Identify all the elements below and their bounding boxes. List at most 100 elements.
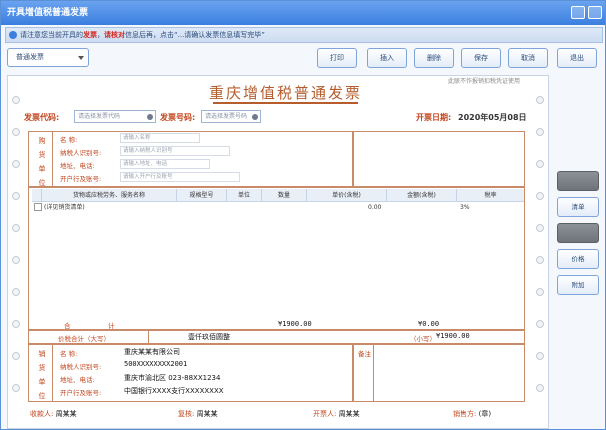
price-button[interactable]: 价格 [557,249,599,269]
col-rate: 税率 [484,192,497,199]
vchar: 货 [38,151,46,159]
seller-taxid-label: 纳税人识别号: [60,363,102,371]
punch-hole [12,384,20,392]
row-rate[interactable]: 3% [460,202,470,213]
dropdown-icon [147,114,153,120]
punch-hole [536,256,544,264]
total-amount: ¥1900.00 [278,320,312,328]
capital-small-label: （小写） [410,335,436,343]
vchar: 销 [38,350,46,358]
invoice-code-label: 发票代码: [24,113,60,122]
capital-label: 价税合计（大写） [58,335,110,343]
invoice-date-value: 2020年05月08日 [458,113,527,122]
payee: 收款人: 周某某 [30,409,77,419]
divider [148,330,149,344]
hint-text-mid: ， [97,31,104,39]
seller-name-value: 重庆某某有限公司 [124,348,180,356]
buyer-address-label: 地址、电话: [60,162,95,170]
delete-button[interactable]: 删除 [414,48,454,68]
toolbar: 普通发票 打印 插入 删除 保存 取消 退出 [5,46,603,72]
extra-button[interactable]: 附加 [557,275,599,295]
chevron-down-icon [78,56,84,60]
punch-hole [536,352,544,360]
payee-value: 周某某 [55,410,77,418]
invoice-date-label: 开票日期: [416,113,452,122]
reviewer: 复核: 周某某 [178,409,218,419]
col-spec: 规格型号 [177,189,227,202]
minimize-button[interactable] [571,6,585,19]
reviewer-value: 周某某 [196,410,218,418]
buyer-bank-label: 开户行及账号: [60,175,102,183]
close-button[interactable] [588,6,602,19]
remark-area [353,344,525,402]
punch-hole [12,224,20,232]
hint-text-pre: 请注意您当前开具的 [20,31,83,39]
remark-label: 备注 [358,350,371,358]
save-button[interactable]: 保存 [461,48,501,68]
buyer-taxid-label: 纳税人识别号: [60,149,102,157]
col-name: 货物或应税劳务、服务名称 [42,189,177,202]
punch-hole [12,352,20,360]
seller-bank-value: 中国银行XXXX支行XXXXXXXX [124,387,224,395]
invoice-type-select[interactable]: 普通发票 [7,48,89,67]
buyer-bank-input[interactable]: 请输入开户行及账号 [120,172,240,182]
row-name[interactable]: (详见销货清单) [44,202,85,213]
hint-text-post: 信息后再，点击“...请确认发票信息填写完毕” [125,31,265,39]
row-checkbox[interactable] [34,203,42,211]
invoice-code-select[interactable]: 请选择发票代码 [74,110,156,123]
buyer-address-input[interactable]: 请输入地址、电话 [120,159,210,169]
punch-hole [12,288,20,296]
col-price: 单价(含税) [307,189,387,202]
issuer-label: 开票人: [313,410,337,418]
divider [52,131,53,187]
vchar: 购 [38,137,46,145]
goods-grid [28,187,525,330]
punch-hole [536,224,544,232]
punch-hole [12,96,20,104]
insert-button[interactable]: 插入 [367,48,407,68]
seller-name-label: 名 称: [60,350,78,358]
punch-hole [12,128,20,136]
list-button[interactable]: 清单 [557,197,599,217]
punch-hole [536,288,544,296]
select-all-checkbox[interactable] [32,189,42,202]
issuer-value: 周某某 [338,410,360,418]
side-button-3[interactable] [557,223,599,243]
divider [52,344,53,402]
punch-hole [536,192,544,200]
punch-hole [536,160,544,168]
print-button[interactable]: 打印 [317,48,357,68]
exit-button[interactable]: 退出 [557,48,597,68]
buyer-name-input[interactable]: 请输入名称 [120,133,200,143]
col-unit: 单位 [227,189,262,202]
punch-hole [12,192,20,200]
issuer: 开票人: 周某某 [313,409,360,419]
hint-highlight-1: 发票 [83,31,97,39]
invoice-type-value: 普通发票 [16,53,44,61]
cancel-button[interactable]: 取消 [508,48,548,68]
punch-hole [12,320,20,328]
buyer-vertical-label: 购 货 单 位 [35,134,49,190]
window-title-text: 开具增值税普通发票 [7,8,89,18]
row-amount[interactable]: 0.00 [368,202,381,213]
capital-value: 壹仟玖佰圆整 [188,333,230,341]
capital-small-value: ¥1900.00 [436,332,470,340]
seller-address-value: 重庆市渝北区 023-88XX1234 [124,374,221,382]
invoice-number-label: 发票号码: [160,113,196,122]
invoice-number-select[interactable]: 请选择发票号码 [201,110,261,123]
hint-bar: 请注意您当前开具的发票，请核对信息后再，点击“...请确认发票信息填写完毕” [5,27,603,43]
buyer-taxid-input[interactable]: 请输入纳税人识别号 [120,146,230,156]
seller-stamp: 销售方: (章) [453,409,491,419]
side-button-1[interactable] [557,171,599,191]
seller-stamp-label: 销售方: [453,410,477,418]
dropdown-icon [252,114,258,120]
total-label-1: 合 [64,322,71,330]
invoice-window: 开具增值税普通发票 请注意您当前开具的发票，请核对信息后再，点击“...请确认发… [0,0,606,430]
payee-label: 收款人: [30,410,54,418]
vchar: 单 [38,378,46,386]
top-note: 此联不作报销扣税凭证使用 [448,78,521,85]
goods-grid-header: 货物或应税劳务、服务名称 规格型号 单位 数量 单价(含税) 金额(含税) 税率 [32,189,524,202]
hint-highlight-2: 请核对 [104,31,125,39]
title-underline [213,102,358,104]
punch-hole [12,256,20,264]
